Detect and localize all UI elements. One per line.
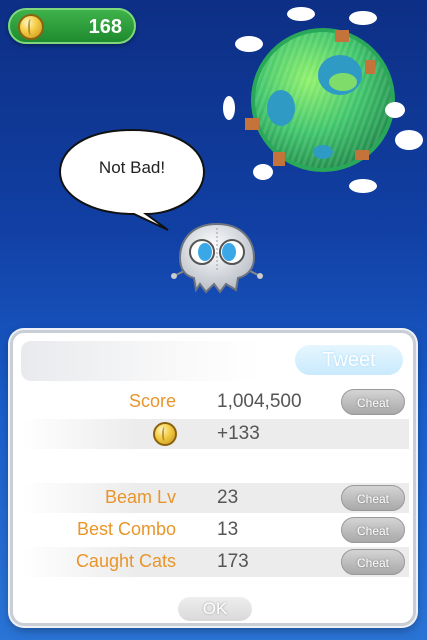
coins-row: +133 <box>21 419 409 449</box>
beam-lv-label: Beam Lv <box>104 487 176 507</box>
speech-bubble-icon <box>58 128 206 231</box>
caught-cats-cheat-button[interactable]: Cheat <box>341 549 405 575</box>
coin-icon <box>18 14 44 40</box>
score-cheat-button[interactable]: Cheat <box>341 389 405 415</box>
coins-earned-value: +133 <box>217 423 260 444</box>
best-combo-label: Best Combo <box>76 519 176 539</box>
beam-lv-row: Beam Lv 23 Cheat <box>21 483 409 513</box>
speech-text: Not Bad! <box>98 158 166 177</box>
score-value: 1,004,500 <box>217 391 302 412</box>
panel-gloss <box>21 341 261 381</box>
score-label: Score <box>128 391 176 411</box>
score-row: Score 1,004,500 Cheat <box>21 387 409 417</box>
coin-count: 168 <box>88 16 122 38</box>
skull-icon <box>171 222 263 294</box>
tweet-button[interactable]: Tweet <box>295 345 403 375</box>
planet-icon <box>223 7 423 193</box>
coin-counter: 168 <box>8 8 136 44</box>
results-panel: Tweet Score 1,004,500 Cheat +133 Beam Lv… <box>10 330 416 626</box>
best-combo-cheat-button[interactable]: Cheat <box>341 517 405 543</box>
ok-button[interactable]: OK <box>178 597 252 621</box>
caught-cats-value: 173 <box>217 551 249 572</box>
best-combo-value: 13 <box>217 519 239 540</box>
coin-icon <box>153 422 177 446</box>
caught-cats-row: Caught Cats 173 Cheat <box>21 547 409 577</box>
beam-lv-value: 23 <box>217 487 239 508</box>
beam-lv-cheat-button[interactable]: Cheat <box>341 485 405 511</box>
best-combo-row: Best Combo 13 Cheat <box>21 515 409 545</box>
caught-cats-label: Caught Cats <box>75 551 176 571</box>
